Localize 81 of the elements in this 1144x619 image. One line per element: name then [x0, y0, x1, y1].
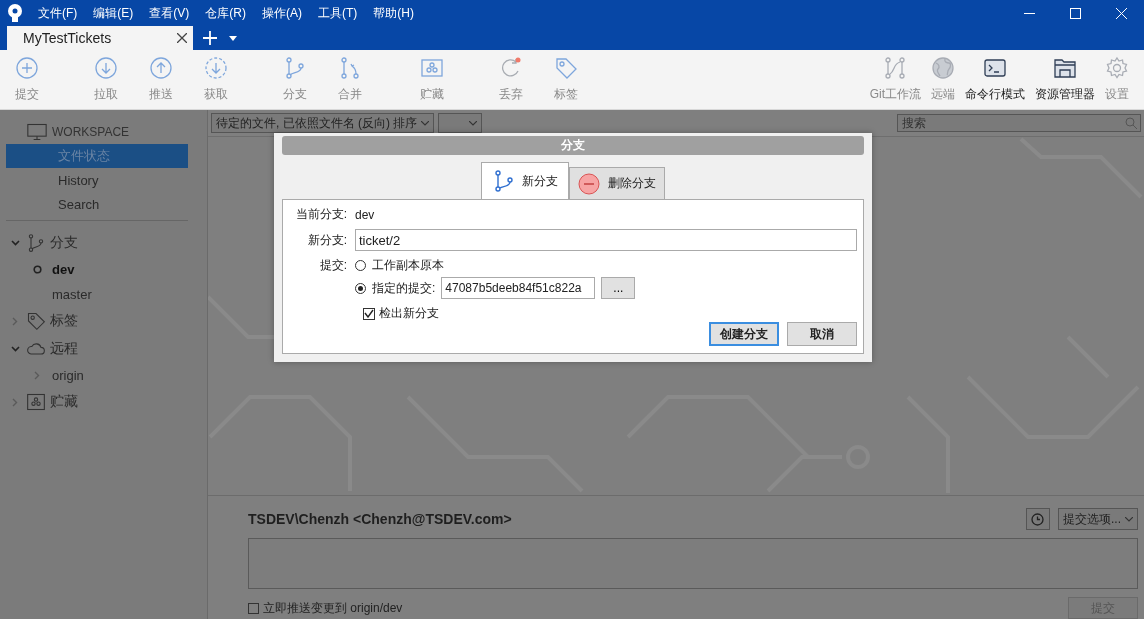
tree-item[interactable]: dev — [52, 262, 75, 277]
section-heading[interactable]: 标签 — [50, 312, 78, 330]
dropdown-caret-icon[interactable] — [229, 35, 237, 41]
maximize-icon — [1069, 7, 1081, 19]
file-sort-dropdown[interactable]: 待定的文件, 已依照文件名 (反向) 排序 — [211, 113, 435, 133]
sidebar-item[interactable]: History — [6, 168, 188, 192]
toolbar-button[interactable]: 资源管理器 — [1030, 56, 1100, 103]
merge-icon — [338, 56, 362, 80]
expanded-chevron-icon[interactable] — [10, 346, 20, 352]
discard-icon — [499, 56, 523, 80]
field-label: 提交: — [318, 257, 347, 274]
folder-icon — [1053, 56, 1077, 80]
branch-name-field[interactable]: ticket/2 — [355, 229, 857, 251]
plus-circle-icon — [15, 56, 39, 80]
download-circle-icon — [94, 56, 118, 80]
minus-circle-icon — [578, 172, 600, 195]
author-label: TSDEV\Chenzh <Chenzh@TSDEV.com> — [248, 511, 512, 527]
branch-icon — [283, 56, 307, 80]
add-tab-icon[interactable] — [203, 31, 217, 45]
section-heading[interactable]: 分支 — [50, 234, 78, 252]
stash-box-icon — [26, 392, 46, 412]
toolbar-button[interactable]: 命令行模式 — [960, 56, 1030, 103]
tree-item[interactable]: master — [52, 287, 92, 302]
app-logo — [7, 4, 23, 22]
commit-hash-field[interactable]: 47087b5deeb84f51c822a — [441, 277, 596, 299]
caret-icon — [1125, 516, 1133, 522]
tag-icon — [26, 311, 46, 331]
history-button[interactable] — [1026, 508, 1050, 530]
dialog-title: 分支 — [282, 136, 864, 155]
radio-label: 指定的提交: — [372, 279, 436, 297]
branch-icon — [494, 170, 514, 192]
push-label: 立即推送变更到 origin/dev — [263, 599, 403, 617]
menu-item[interactable]: 工具(T) — [310, 4, 366, 22]
field-label: 当前分支: — [294, 206, 347, 223]
browse-button[interactable]: ... — [601, 277, 636, 299]
expanded-chevron-icon[interactable] — [10, 240, 20, 246]
globe-icon — [931, 56, 955, 80]
dialog-button[interactable]: 创建分支 — [709, 322, 779, 346]
commit-options-dropdown[interactable]: 提交选项... — [1058, 508, 1138, 530]
dashed-download-icon — [204, 56, 228, 80]
caret-icon — [421, 120, 430, 126]
workspace-heading: WORKSPACE — [52, 125, 130, 139]
upload-circle-icon — [149, 56, 173, 80]
menu-item[interactable]: 文件(F) — [30, 4, 86, 22]
section-heading[interactable]: 贮藏 — [50, 393, 78, 411]
menu-item[interactable]: 仓库(R) — [197, 4, 254, 22]
section-heading[interactable]: 远程 — [50, 340, 78, 358]
caret-icon — [469, 120, 478, 126]
checkout-label: 检出新分支 — [379, 305, 439, 322]
sidebar-item[interactable]: 文件状态 — [6, 144, 188, 168]
menu-item[interactable]: 查看(V) — [141, 4, 198, 22]
sidebar-item[interactable]: Search — [6, 192, 188, 216]
commit-message-field[interactable] — [248, 538, 1138, 589]
search-icon — [1125, 117, 1137, 129]
close-icon — [1115, 7, 1127, 19]
current-branch-value: dev — [355, 207, 375, 222]
menu-item[interactable]: 帮助(H) — [365, 4, 422, 22]
branch-icon — [26, 233, 46, 253]
checkout-checkbox[interactable] — [363, 307, 375, 320]
menu-item[interactable]: 编辑(E) — [85, 4, 142, 22]
monitor-icon — [26, 122, 48, 142]
dialog-button[interactable]: 取消 — [787, 322, 857, 346]
terminal-icon — [983, 56, 1007, 80]
close-tab-icon[interactable] — [177, 33, 187, 43]
repository-tab[interactable]: MyTestTickets — [7, 26, 193, 50]
menu-item[interactable]: 操作(A) — [254, 4, 310, 22]
radio-label: 工作副本原本 — [372, 257, 444, 274]
dialog-tab[interactable]: 删除分支 — [569, 167, 665, 199]
filter-dropdown[interactable] — [438, 113, 483, 133]
stash-box-icon — [420, 56, 444, 80]
search-field[interactable]: 搜索 — [897, 114, 1141, 132]
settings-icon — [1105, 56, 1129, 80]
dialog-tab[interactable]: 新分支 — [481, 162, 569, 199]
tag-icon — [554, 56, 578, 80]
flow-icon — [883, 56, 908, 80]
field-label: 新分支: — [306, 231, 347, 249]
tree-item[interactable]: origin — [52, 368, 84, 383]
push-checkbox[interactable] — [248, 602, 259, 614]
current-branch-icon — [32, 265, 42, 274]
clock-icon — [1031, 512, 1045, 526]
minimize-icon — [1023, 12, 1035, 14]
